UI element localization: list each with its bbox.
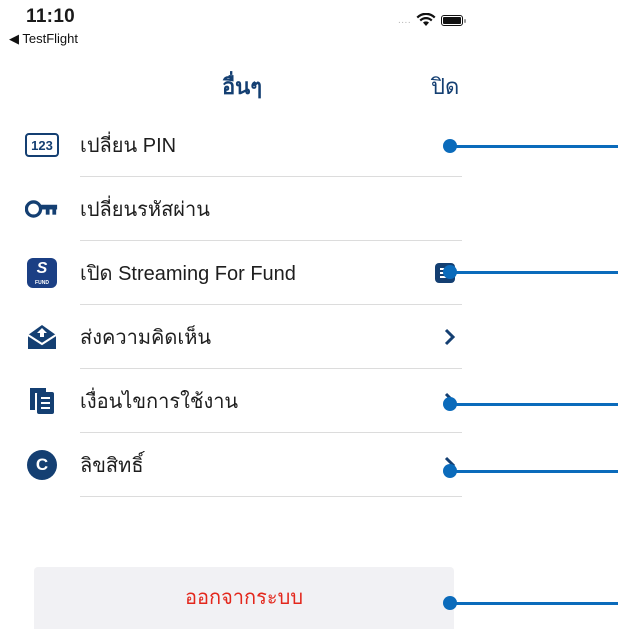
envelope-icon	[25, 320, 59, 354]
page-title: อื่นๆ	[221, 74, 263, 99]
copyright-icon: C	[25, 448, 59, 482]
status-indicators: ....	[398, 13, 467, 27]
app-screen: 11:10 ◀ TestFlight .... อื่นๆ ปิด 123 เป…	[0, 0, 484, 629]
battery-icon	[441, 14, 467, 26]
annotation-pointer	[443, 464, 618, 478]
menu-item-label: เปลี่ยนรหัสผ่าน	[80, 199, 210, 221]
annotation-pointer	[443, 139, 618, 153]
divider	[80, 496, 462, 497]
status-time: 11:10	[26, 6, 76, 27]
menu-item-terms-of-use[interactable]: เงื่อนไขการใช้งาน	[0, 369, 484, 433]
menu-item-open-streaming-for-fund[interactable]: S FUND เปิด Streaming For Fund	[0, 241, 484, 305]
annotation-pointer	[443, 265, 618, 279]
menu-item-change-pin[interactable]: 123 เปลี่ยน PIN	[0, 113, 484, 177]
annotation-pointer	[443, 596, 618, 610]
chevron-right-icon	[444, 328, 456, 346]
document-icon	[25, 384, 59, 418]
signal-dots-icon: ....	[398, 14, 412, 26]
close-button[interactable]: ปิด	[431, 69, 459, 104]
streaming-fund-app-icon: S FUND	[25, 256, 59, 290]
pin-123-icon: 123	[25, 128, 59, 162]
menu-item-label: ส่งความคิดเห็น	[80, 327, 212, 349]
menu-item-change-password[interactable]: เปลี่ยนรหัสผ่าน	[0, 177, 484, 241]
logout-button[interactable]: ออกจากระบบ	[34, 567, 454, 629]
annotation-pointer	[443, 397, 618, 411]
wifi-icon	[416, 13, 436, 26]
menu-item-copyright[interactable]: C ลิขสิทธิ์	[0, 433, 484, 497]
menu-item-send-feedback[interactable]: ส่งความคิดเห็น	[0, 305, 484, 369]
menu-item-label: เปิด Streaming For Fund	[80, 263, 296, 285]
menu-item-label: เงื่อนไขการใช้งาน	[80, 391, 239, 413]
key-icon	[25, 192, 59, 226]
menu-item-label: เปลี่ยน PIN	[80, 135, 177, 157]
back-to-testflight-link[interactable]: ◀ TestFlight	[9, 31, 78, 47]
menu-item-label: ลิขสิทธิ์	[80, 455, 144, 477]
